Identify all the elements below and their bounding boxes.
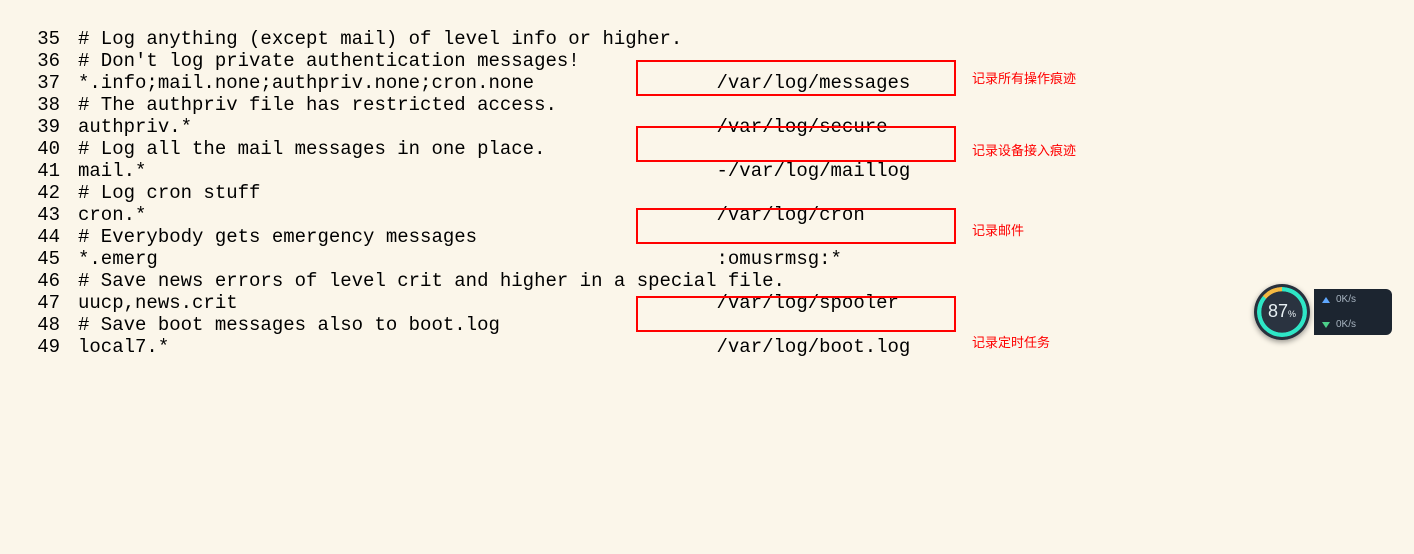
- code-text: # Don't log private authentication messa…: [78, 50, 580, 72]
- code-text: # The authpriv file has restricted acces…: [78, 94, 557, 116]
- code-line: 42# Log cron stuff: [0, 182, 910, 204]
- code-text: *.emerg :omusrmsg:*: [78, 248, 842, 270]
- code-text: local7.* /var/log/boot.log: [78, 336, 910, 358]
- code-text: # Everybody gets emergency messages: [78, 226, 477, 248]
- annotation-secure: 记录设备接入痕迹: [972, 140, 1076, 162]
- arrow-up-icon: [1322, 297, 1330, 303]
- line-number: 38: [0, 94, 78, 116]
- annotation-maillog: 记录邮件: [972, 220, 1024, 242]
- line-number: 37: [0, 72, 78, 94]
- highlight-box-maillog: [636, 208, 956, 244]
- line-number: 49: [0, 336, 78, 358]
- line-number: 39: [0, 116, 78, 138]
- line-number: 44: [0, 226, 78, 248]
- code-text: # Log all the mail messages in one place…: [78, 138, 545, 160]
- line-number: 47: [0, 292, 78, 314]
- widget-percent: 87%: [1268, 300, 1296, 325]
- code-line: 41mail.* -/var/log/maillog: [0, 160, 910, 182]
- code-text: # Log cron stuff: [78, 182, 260, 204]
- code-text: mail.* -/var/log/maillog: [78, 160, 910, 182]
- highlight-box-cron: [636, 296, 956, 332]
- line-number: 36: [0, 50, 78, 72]
- code-text: # Save boot messages also to boot.log: [78, 314, 500, 336]
- annotation-messages: 记录所有操作痕迹: [972, 68, 1076, 90]
- code-line: 38# The authpriv file has restricted acc…: [0, 94, 910, 116]
- widget-circle[interactable]: 87%: [1254, 284, 1310, 340]
- download-speed: 0K/s: [1336, 314, 1356, 336]
- line-number: 40: [0, 138, 78, 160]
- line-number: 41: [0, 160, 78, 182]
- arrow-down-icon: [1322, 322, 1330, 328]
- code-text: # Log anything (except mail) of level in…: [78, 28, 682, 50]
- line-number: 42: [0, 182, 78, 204]
- code-line: 35# Log anything (except mail) of level …: [0, 28, 910, 50]
- highlight-box-secure: [636, 126, 956, 162]
- annotation-cron: 记录定时任务: [972, 332, 1050, 354]
- code-line: 46# Save news errors of level crit and h…: [0, 270, 910, 292]
- widget-netspeed: 0K/s 0K/s: [1314, 289, 1392, 335]
- line-number: 48: [0, 314, 78, 336]
- code-text: # Save news errors of level crit and hig…: [78, 270, 785, 292]
- line-number: 45: [0, 248, 78, 270]
- performance-widget[interactable]: 87% 0K/s 0K/s: [1254, 282, 1394, 342]
- line-number: 46: [0, 270, 78, 292]
- highlight-box-messages: [636, 60, 956, 96]
- upload-speed: 0K/s: [1336, 289, 1356, 311]
- code-line: 49local7.* /var/log/boot.log: [0, 336, 910, 358]
- code-line: 45*.emerg :omusrmsg:*: [0, 248, 910, 270]
- line-number: 35: [0, 28, 78, 50]
- line-number: 43: [0, 204, 78, 226]
